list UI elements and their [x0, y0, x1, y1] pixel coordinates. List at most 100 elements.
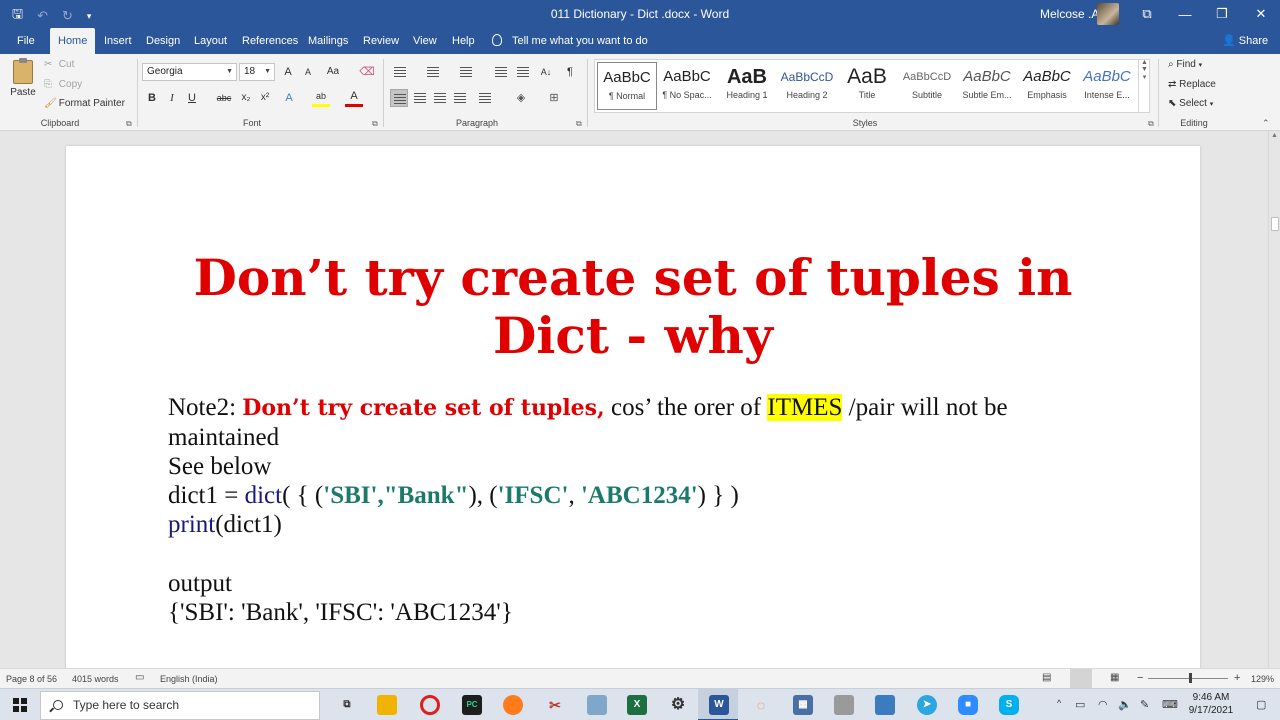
- align-left-icon[interactable]: [390, 89, 408, 107]
- justify-icon[interactable]: [451, 89, 469, 107]
- start-button[interactable]: [0, 689, 40, 720]
- decrease-indent-icon[interactable]: [492, 63, 510, 81]
- word-icon[interactable]: W: [709, 695, 729, 715]
- tab-mailings[interactable]: Mailings: [300, 28, 356, 54]
- find-button[interactable]: ⌕ Find ▾: [1168, 59, 1202, 70]
- line-spacing-icon[interactable]: [476, 89, 494, 107]
- tab-review[interactable]: Review: [355, 28, 407, 54]
- grow-font-button[interactable]: A: [279, 63, 297, 81]
- redo-icon[interactable]: ↻: [62, 8, 73, 24]
- align-center-icon[interactable]: [411, 89, 429, 107]
- telegram-icon[interactable]: ➤: [917, 695, 937, 715]
- undo-icon[interactable]: ↶: [37, 8, 48, 24]
- clear-formatting-icon[interactable]: ⌫: [358, 63, 376, 81]
- superscript-button[interactable]: x²: [256, 89, 274, 107]
- wifi-icon[interactable]: ◠: [1098, 698, 1108, 711]
- volume-icon[interactable]: 🔈: [1118, 698, 1132, 711]
- shrink-font-button[interactable]: A: [299, 63, 317, 81]
- sort-icon[interactable]: A↓: [537, 63, 555, 81]
- print-layout-icon[interactable]: [1070, 669, 1092, 688]
- word-count[interactable]: 4015 words: [72, 674, 119, 684]
- file-explorer-icon[interactable]: [377, 695, 397, 715]
- text-effects-button[interactable]: A: [280, 89, 298, 107]
- bullets-icon[interactable]: [391, 63, 409, 81]
- paragraph-launcher-icon[interactable]: ⧉: [576, 119, 582, 129]
- copy-button[interactable]: ⎘ Copy: [44, 79, 82, 90]
- calculator-icon[interactable]: ▦: [793, 695, 813, 715]
- language-bar-icon[interactable]: ⌨: [1162, 698, 1178, 711]
- highlight-color-button[interactable]: ab: [312, 89, 330, 107]
- firefox-icon[interactable]: [503, 695, 523, 715]
- style-subtitle[interactable]: AaBbCcD Subtitle: [897, 62, 957, 110]
- system-clock[interactable]: 9:46 AM 9/17/2021: [1186, 691, 1236, 717]
- skype-icon[interactable]: S: [999, 695, 1019, 715]
- select-button[interactable]: ⬉ Select ▾: [1168, 98, 1213, 109]
- styles-launcher-icon[interactable]: ⧉: [1148, 119, 1154, 129]
- show-formatting-marks-icon[interactable]: ¶: [561, 63, 579, 81]
- scroll-up-icon[interactable]: ▲: [1271, 132, 1278, 139]
- style-title[interactable]: AaB Title: [837, 62, 897, 110]
- style-heading-1[interactable]: AaB Heading 1: [717, 62, 777, 110]
- save-icon[interactable]: 🖫: [12, 5, 23, 27]
- align-right-icon[interactable]: [431, 89, 449, 107]
- tab-design[interactable]: Design: [138, 28, 188, 54]
- close-button[interactable]: ✕: [1238, 0, 1280, 28]
- document-workspace[interactable]: Don’t try create set of tuples in Dict -…: [0, 131, 1268, 668]
- web-layout-icon[interactable]: ▦: [1110, 672, 1119, 683]
- format-painter-button[interactable]: 🖌 Format Painter: [44, 98, 125, 109]
- underline-button[interactable]: U: [183, 89, 201, 107]
- avatar[interactable]: [1097, 3, 1119, 25]
- tab-insert[interactable]: Insert: [96, 28, 140, 54]
- increase-indent-icon[interactable]: [514, 63, 532, 81]
- share-button[interactable]: 👤 Share: [1222, 28, 1268, 54]
- multilevel-list-icon[interactable]: [457, 63, 475, 81]
- tab-home[interactable]: Home: [50, 28, 96, 54]
- excel-icon[interactable]: X: [627, 695, 647, 715]
- collapse-ribbon-icon[interactable]: ⌃: [1262, 118, 1270, 129]
- style-emphasis[interactable]: AaBbC Emphasis: [1017, 62, 1077, 110]
- opera-icon[interactable]: [420, 695, 440, 715]
- user-name[interactable]: Melcose .A: [1040, 7, 1099, 21]
- font-launcher-icon[interactable]: ⧉: [372, 119, 378, 129]
- document-page[interactable]: Don’t try create set of tuples in Dict -…: [66, 146, 1200, 668]
- app-icon[interactable]: [587, 695, 607, 715]
- tab-file[interactable]: File: [9, 28, 43, 54]
- tab-references[interactable]: References: [234, 28, 306, 54]
- tab-layout[interactable]: Layout: [186, 28, 235, 54]
- notifications-icon[interactable]: ▢: [1256, 698, 1266, 711]
- change-case-button[interactable]: Aa: [321, 63, 345, 81]
- vertical-scrollbar[interactable]: ▲: [1268, 131, 1280, 668]
- zoom-out-button[interactable]: −: [1137, 672, 1143, 684]
- shading-icon[interactable]: ◈: [512, 89, 530, 107]
- snipping-tool-icon[interactable]: ✂: [545, 695, 565, 715]
- taskbar-search-box[interactable]: Type here to search: [40, 691, 320, 720]
- device-icon[interactable]: [834, 695, 854, 715]
- clipboard-launcher-icon[interactable]: ⧉: [126, 119, 132, 129]
- battery-icon[interactable]: ▭: [1075, 698, 1085, 711]
- proofing-icon[interactable]: ▭: [135, 672, 144, 683]
- language-indicator[interactable]: English (India): [160, 674, 218, 684]
- styles-scroll-icon[interactable]: ▲ ▼ ▾: [1138, 59, 1150, 113]
- style-intense-emphasis[interactable]: AaBbC Intense E...: [1077, 62, 1137, 110]
- font-color-button[interactable]: A: [345, 89, 363, 107]
- network-app-icon[interactable]: [875, 695, 895, 715]
- style-normal[interactable]: AaBbC ¶ Normal: [597, 62, 657, 110]
- zoom-in-button[interactable]: +: [1234, 672, 1240, 684]
- style-no-spacing[interactable]: AaBbC ¶ No Spac...: [657, 62, 717, 110]
- zoom-slider[interactable]: [1148, 678, 1228, 679]
- pycharm-icon[interactable]: PC: [462, 695, 482, 715]
- page-count[interactable]: Page 8 of 56: [6, 674, 57, 684]
- replace-button[interactable]: ⇄ Replace: [1168, 79, 1216, 90]
- tab-help[interactable]: Help: [444, 28, 483, 54]
- show-hidden-icons[interactable]: ^: [1057, 698, 1061, 708]
- customize-qat-icon[interactable]: ▾: [87, 11, 92, 22]
- settings-gear-icon[interactable]: ⚙: [668, 695, 688, 715]
- strikethrough-button[interactable]: abc: [215, 89, 233, 107]
- style-heading-2[interactable]: AaBbCcD Heading 2: [777, 62, 837, 110]
- zoom-level[interactable]: 129%: [1251, 674, 1274, 684]
- pen-icon[interactable]: ✎: [1140, 698, 1149, 711]
- scrollbar-thumb[interactable]: [1271, 217, 1279, 231]
- italic-button[interactable]: I: [163, 89, 181, 107]
- font-name-dropdown[interactable]: Georgia ▼: [142, 63, 237, 81]
- bold-button[interactable]: B: [143, 89, 161, 107]
